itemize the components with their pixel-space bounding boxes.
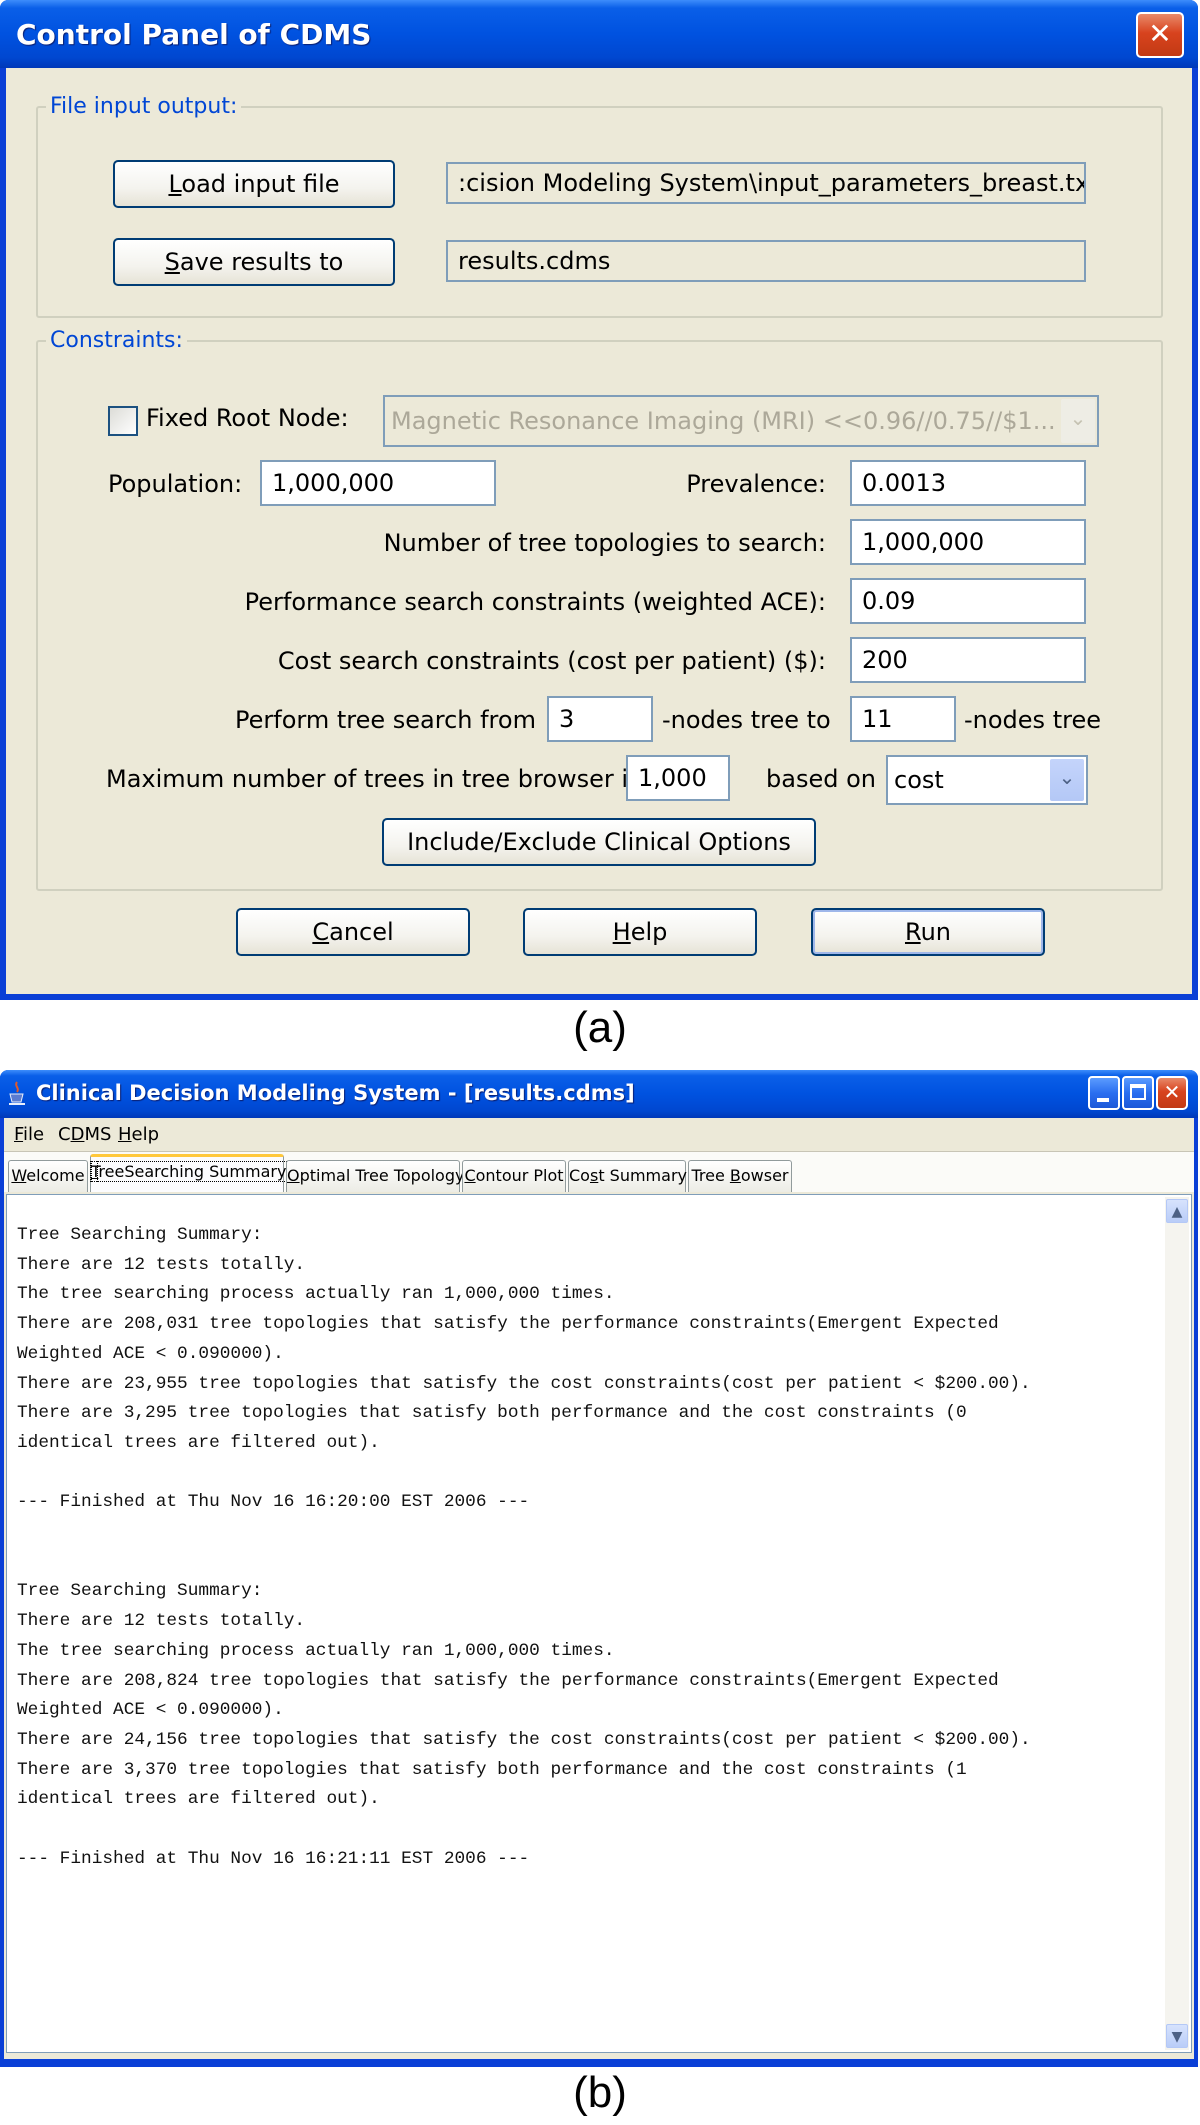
menu-file-mnemonic: F — [14, 1124, 24, 1145]
tree-search-from-label: Perform tree search from — [235, 706, 536, 734]
load-mnemonic: L — [168, 170, 182, 198]
topologies-input[interactable]: 1,000,000 — [850, 519, 1086, 565]
max-trees-label: Maximum number of trees in tree browser … — [106, 765, 641, 793]
save-mnemonic: S — [164, 248, 180, 276]
caption-a: (a) — [573, 1003, 627, 1052]
scroll-up-button[interactable]: ▲ — [1166, 1199, 1188, 1223]
tab-treesearching-summary-label: TreeSearching Summary — [89, 1161, 288, 1182]
input-file-path-field[interactable]: :cision Modeling System\input_parameters… — [446, 162, 1086, 204]
population-input[interactable]: 1,000,000 — [260, 460, 496, 506]
menu-cdms[interactable]: CDMS — [58, 1124, 111, 1145]
fixed-root-node-label: Fixed Root Node: — [146, 404, 349, 432]
load-label: oad input file — [181, 170, 340, 198]
tab-contour-plot[interactable]: Contour Plot — [462, 1160, 566, 1192]
tab-treesearching-summary[interactable]: TreeSearching Summary — [89, 1154, 288, 1192]
sort-by-select[interactable]: cost ⌄ — [886, 755, 1088, 805]
topologies-label: Number of tree topologies to search: — [383, 529, 826, 557]
tree-search-to-input[interactable]: 11 — [850, 696, 956, 742]
tree-search-suffix-label: -nodes tree — [964, 706, 1101, 734]
tab-optimal-tree-topology[interactable]: Optimal Tree Topology — [286, 1160, 464, 1192]
tab-tree-browser[interactable]: Tree Bowser — [688, 1160, 792, 1192]
maximize-button[interactable] — [1122, 1076, 1154, 1110]
dialog-client-area: File input output: Load input file :cisi… — [6, 68, 1192, 994]
java-cup-icon — [8, 1080, 26, 1106]
vertical-scrollbar[interactable] — [1165, 1197, 1189, 2050]
menu-help[interactable]: Help — [118, 1124, 159, 1145]
tab-cost-summary-label: Cost Summary — [569, 1166, 687, 1185]
scroll-up-icon: ▲ — [1171, 1204, 1183, 1220]
menu-file-rest: ile — [23, 1124, 45, 1145]
maximize-icon — [1130, 1084, 1146, 1100]
load-input-file-button[interactable]: Load input file — [113, 160, 395, 208]
scroll-down-button[interactable]: ▼ — [1166, 2024, 1188, 2048]
chevron-down-icon: ⌄ — [1061, 399, 1095, 443]
run-button[interactable]: Run — [811, 908, 1045, 956]
menu-file[interactable]: File — [14, 1124, 44, 1145]
tab-strip: Welcome TreeSearching Summary Optimal Tr… — [4, 1152, 1194, 1192]
tab-tree-browser-label: Tree Bowser — [691, 1166, 789, 1185]
fixed-root-node-value: Magnetic Resonance Imaging (MRI) <<0.96/… — [391, 407, 1056, 435]
main-window-title: Clinical Decision Modeling System - [res… — [36, 1081, 635, 1105]
menu-cdms-rest: MS — [84, 1124, 112, 1145]
help-button[interactable]: Help — [523, 908, 757, 956]
cost-label: Cost search constraints (cost per patien… — [277, 647, 826, 675]
chevron-down-icon: ⌄ — [1050, 759, 1084, 801]
dialog-close-button[interactable]: ✕ — [1136, 12, 1184, 58]
caption-b: (b) — [573, 2068, 627, 2117]
save-label: ave results to — [179, 248, 344, 276]
minimize-button[interactable] — [1088, 1076, 1120, 1110]
performance-label: Performance search constraints (weighted… — [244, 588, 826, 616]
based-on-label: based on — [766, 765, 876, 793]
menu-help-mnemonic: H — [118, 1124, 132, 1145]
prevalence-label: Prevalence: — [686, 470, 826, 498]
dialog-title: Control Panel of CDMS — [16, 18, 372, 51]
cancel-label: ancel — [329, 918, 394, 946]
summary-text-area[interactable]: Tree Searching Summary: There are 12 tes… — [6, 1194, 1192, 2053]
fixed-root-node-checkbox[interactable] — [108, 406, 138, 436]
cancel-mnemonic: C — [312, 918, 330, 946]
file-io-legend: File input output: — [46, 94, 242, 119]
menu-cdms-mnemonic: D — [70, 1124, 85, 1145]
main-window-title-bar[interactable]: Clinical Decision Modeling System - [res… — [0, 1070, 1198, 1118]
dialog-title-bar[interactable]: Control Panel of CDMS ✕ — [0, 0, 1198, 68]
fixed-root-node-select[interactable]: Magnetic Resonance Imaging (MRI) <<0.96/… — [383, 395, 1099, 447]
minimize-icon — [1097, 1098, 1109, 1102]
close-icon: ✕ — [1148, 17, 1172, 50]
file-io-group — [36, 106, 1163, 318]
population-label: Population: — [108, 470, 243, 498]
menu-bar: File CDMS Help — [4, 1118, 1194, 1152]
tab-welcome[interactable]: Welcome — [8, 1160, 88, 1192]
run-label: un — [920, 918, 952, 946]
constraints-legend: Constraints: — [46, 328, 187, 353]
tab-cost-summary[interactable]: Cost Summary — [568, 1160, 687, 1192]
results-file-field[interactable]: results.cdms — [446, 240, 1086, 282]
help-mnemonic: H — [612, 918, 631, 946]
main-window: Clinical Decision Modeling System - [res… — [0, 1070, 1198, 2067]
summary-text: Tree Searching Summary: There are 12 tes… — [17, 1225, 1031, 1869]
control-panel-dialog: Control Panel of CDMS ✕ File input outpu… — [0, 0, 1198, 1000]
scroll-down-icon: ▼ — [1171, 2029, 1183, 2045]
main-window-client: File CDMS Help Welcome TreeSearching Sum… — [4, 1118, 1194, 2059]
menu-help-rest: elp — [131, 1124, 160, 1145]
tab-contour-plot-label: Contour Plot — [464, 1166, 564, 1185]
main-window-close-button[interactable]: ✕ — [1156, 1076, 1188, 1110]
tab-welcome-label: Welcome — [11, 1166, 85, 1185]
performance-input[interactable]: 0.09 — [850, 578, 1086, 624]
cancel-button[interactable]: Cancel — [236, 908, 470, 956]
tree-search-middle-label: -nodes tree to — [662, 706, 831, 734]
max-trees-input[interactable]: 1,000 — [626, 755, 730, 801]
cost-input[interactable]: 200 — [850, 637, 1086, 683]
tab-optimal-tree-topology-label: Optimal Tree Topology — [287, 1166, 465, 1185]
prevalence-input[interactable]: 0.0013 — [850, 460, 1086, 506]
run-mnemonic: R — [904, 918, 921, 946]
save-results-button[interactable]: Save results to — [113, 238, 395, 286]
sort-by-value: cost — [894, 766, 944, 794]
close-icon: ✕ — [1163, 1080, 1181, 1104]
include-exclude-clinical-options-button[interactable]: Include/Exclude Clinical Options — [382, 818, 816, 866]
tree-search-from-input[interactable]: 3 — [547, 696, 653, 742]
menu-cdms-pre: C — [58, 1124, 71, 1145]
help-label: elp — [630, 918, 668, 946]
